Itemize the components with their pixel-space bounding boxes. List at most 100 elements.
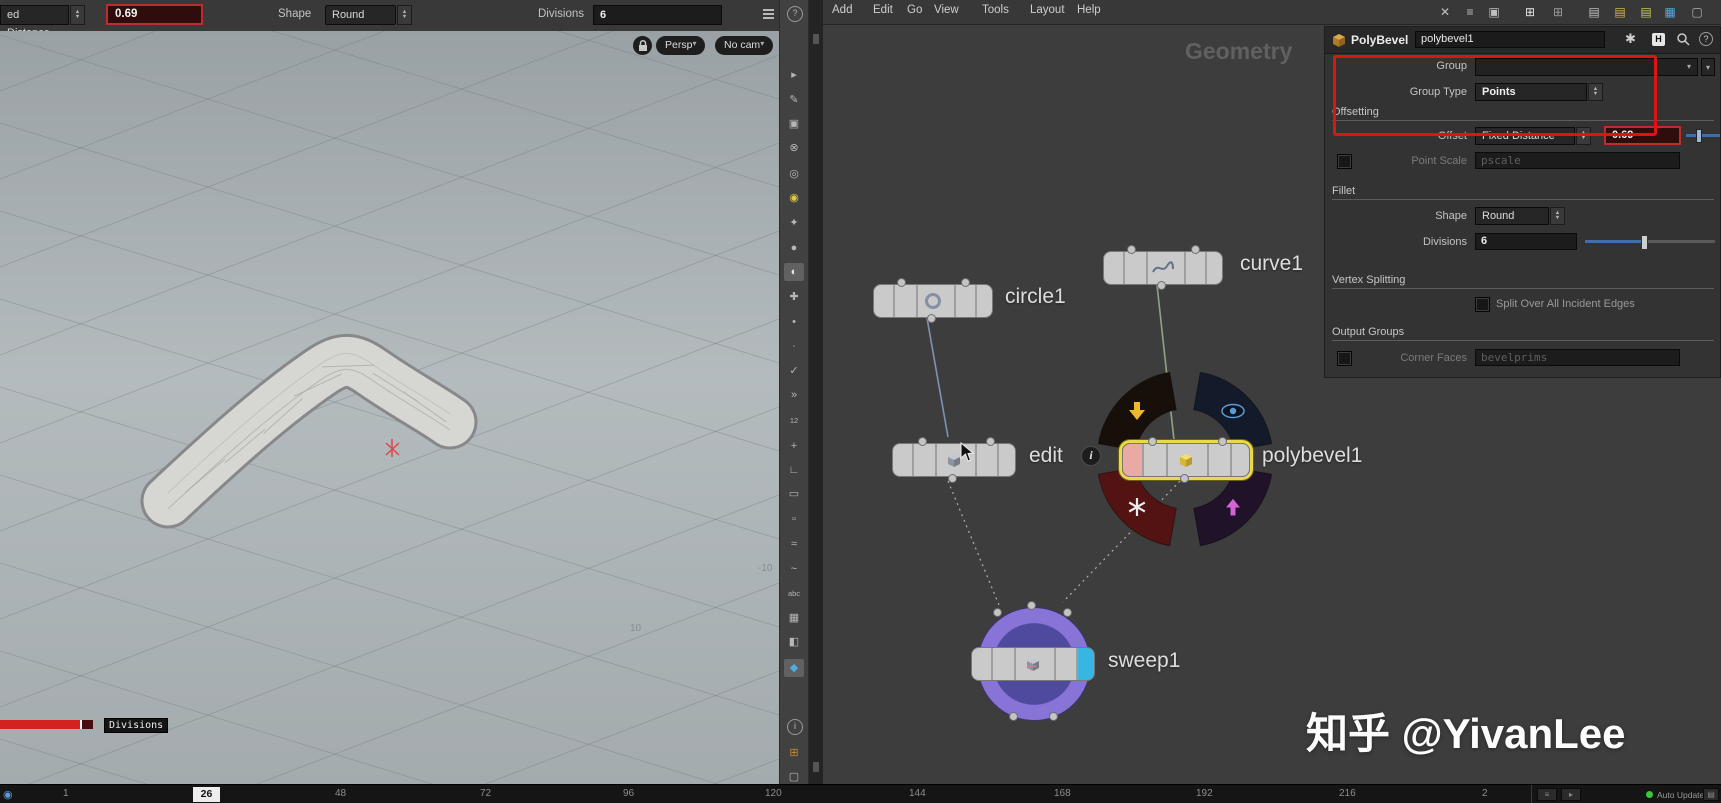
point-scale-field[interactable]: pscale xyxy=(1475,152,1680,169)
axis-icon[interactable]: + xyxy=(784,437,804,455)
fillet-divisions-field[interactable]: 6 xyxy=(1475,233,1577,250)
help-icon[interactable]: ? xyxy=(1699,32,1713,46)
offset-value-field[interactable]: 0.69 xyxy=(106,4,203,25)
snap-point-icon[interactable]: · xyxy=(784,337,804,355)
spinner-icon[interactable]: ▲ ▼ xyxy=(1550,207,1565,225)
scene-viewport[interactable]: 10 -10 Persp ▾ No cam ▾ Divisions xyxy=(0,31,779,784)
node-name-field[interactable]: polybevel1 xyxy=(1415,31,1605,48)
group-arrow-button[interactable]: ▾ xyxy=(1701,58,1715,76)
offset-slider[interactable] xyxy=(1686,129,1720,143)
delete-icon[interactable]: ⊗ xyxy=(784,139,804,157)
node-connector-dot[interactable] xyxy=(948,474,957,483)
playbar-button[interactable]: ▸ xyxy=(1561,788,1581,801)
spinner-icon[interactable]: ▲ ▼ xyxy=(1576,127,1591,145)
divisions-field[interactable]: 6 xyxy=(593,5,722,25)
node-edit[interactable] xyxy=(892,443,1016,477)
spray-icon[interactable]: ≈ xyxy=(784,535,804,553)
node-connector-dot[interactable] xyxy=(1157,281,1166,290)
playbar-divider xyxy=(1531,785,1532,803)
pin-icon[interactable]: » xyxy=(784,386,804,404)
node-label-sweep1: sweep1 xyxy=(1108,649,1181,672)
node-connector-dot[interactable] xyxy=(927,314,936,323)
node-label-edit: edit xyxy=(1029,444,1063,467)
node-connector-dot[interactable] xyxy=(1191,245,1200,254)
group-field[interactable]: ▾ xyxy=(1475,58,1698,76)
brush-icon[interactable]: ✚ xyxy=(784,288,804,306)
node-connector-dot[interactable] xyxy=(1009,712,1018,721)
dashed-box-icon[interactable]: ▫ xyxy=(784,510,804,528)
spinner-icon[interactable]: ▲ ▼ xyxy=(70,5,85,25)
save-icon[interactable]: H xyxy=(1652,33,1665,46)
layout-grid-icon[interactable]: ⊞ xyxy=(784,744,804,762)
lock-icon[interactable] xyxy=(633,36,652,55)
ladder-icon[interactable] xyxy=(763,7,774,21)
offset-mode-dropdown[interactable]: Fixed Distance xyxy=(1475,127,1575,145)
material-icon[interactable]: ◧ xyxy=(784,633,804,651)
node-connector-dot[interactable] xyxy=(1218,437,1227,446)
node-connector-dot[interactable] xyxy=(1148,437,1157,446)
auto-update-label[interactable]: Auto Update xyxy=(1657,790,1704,800)
lightbulb-icon[interactable]: ◉ xyxy=(784,189,804,207)
spinner-icon[interactable]: ▲ ▼ xyxy=(397,5,412,25)
lock-icon[interactable]: ▣ xyxy=(784,115,804,133)
point-icon[interactable]: • xyxy=(784,313,804,331)
help-icon[interactable]: ? xyxy=(787,6,803,22)
point-numbers-icon[interactable]: 12 xyxy=(784,412,804,430)
node-connector-dot[interactable] xyxy=(986,437,995,446)
chevron-down-icon: ▾ xyxy=(1705,63,1710,72)
parameter-pane: PolyBevel polybevel1 ✱ H ? Group ▾ ▾ Gro… xyxy=(1324,26,1721,378)
corner-button[interactable]: ▤ xyxy=(1703,788,1719,801)
offset-mode-dropdown[interactable]: ed Distance xyxy=(0,5,69,39)
abc-icon[interactable]: abc xyxy=(784,585,804,603)
image-icon[interactable]: ▦ xyxy=(784,609,804,627)
node-connector-dot[interactable] xyxy=(1127,245,1136,254)
camera-dropdown[interactable]: No cam ▾ xyxy=(715,36,774,55)
node-connector-dot[interactable] xyxy=(918,437,927,446)
fillet-shape-dropdown[interactable]: Round xyxy=(1475,207,1549,225)
node-sweep1[interactable] xyxy=(971,647,1095,681)
curve-icon xyxy=(1152,261,1174,273)
node-curve1[interactable] xyxy=(1103,251,1223,285)
node-connector-dot[interactable] xyxy=(961,278,970,287)
timeline-options-icon[interactable]: ◉ xyxy=(3,788,13,801)
pane-splitter[interactable] xyxy=(809,0,823,784)
pose-icon[interactable]: ✦ xyxy=(784,214,804,232)
node-connector-dot[interactable] xyxy=(1180,474,1189,483)
shape-dropdown[interactable]: Round xyxy=(325,5,396,25)
arrow-icon[interactable]: ▸ xyxy=(784,66,804,84)
node-connector-dot[interactable] xyxy=(1063,608,1072,617)
pivot-gizmo xyxy=(385,439,400,457)
node-connector-dot[interactable] xyxy=(897,278,906,287)
info-icon[interactable]: i xyxy=(787,719,803,735)
node-connector-dot[interactable] xyxy=(1049,712,1058,721)
divisions-slider[interactable] xyxy=(1585,235,1715,250)
spinner-icon[interactable]: ▲ ▼ xyxy=(1588,83,1603,101)
playbar-button[interactable]: ≡ xyxy=(1537,788,1557,801)
node-connector-dot[interactable] xyxy=(993,608,1002,617)
view-mode-icon[interactable]: ◐ xyxy=(784,263,804,281)
corner-faces-field[interactable]: bevelprims xyxy=(1475,349,1680,366)
info-badge-icon[interactable]: i xyxy=(1081,446,1101,466)
split-edges-checkbox[interactable] xyxy=(1475,297,1490,312)
sphere-icon[interactable]: ◎ xyxy=(784,165,804,183)
view-persp-dropdown[interactable]: Persp ▾ xyxy=(656,36,706,55)
divisions-ladder-slider[interactable] xyxy=(0,720,93,729)
node-polybevel1[interactable] xyxy=(1122,443,1250,477)
droplet-icon[interactable]: ◆ xyxy=(784,659,804,677)
check-icon[interactable]: ✓ xyxy=(784,362,804,380)
ruler-icon[interactable]: ▭ xyxy=(784,485,804,503)
node-circle1[interactable] xyxy=(873,284,993,318)
search-icon[interactable] xyxy=(1676,32,1691,47)
geometry-icon[interactable]: ● xyxy=(784,239,804,257)
timeline[interactable]: ◉ 1 48 72 96 120 144 168 192 216 2 26 ≡ ▸ Auto Up… xyxy=(0,784,1721,803)
group-type-dropdown[interactable]: Points xyxy=(1475,83,1587,101)
bevel-tube-geometry xyxy=(140,333,478,529)
angle-icon[interactable]: ∟ xyxy=(784,461,804,479)
pencil-icon[interactable]: ✎ xyxy=(784,91,804,109)
offset-value-field[interactable]: 0.69 xyxy=(1604,126,1681,145)
gear-icon[interactable]: ✱ xyxy=(1625,31,1636,47)
playhead[interactable]: 26 xyxy=(193,787,220,802)
curve-tool-icon[interactable]: ~ xyxy=(784,560,804,578)
chevron-down-icon: ▾ xyxy=(1686,62,1691,71)
node-connector-dot[interactable] xyxy=(1027,601,1036,610)
